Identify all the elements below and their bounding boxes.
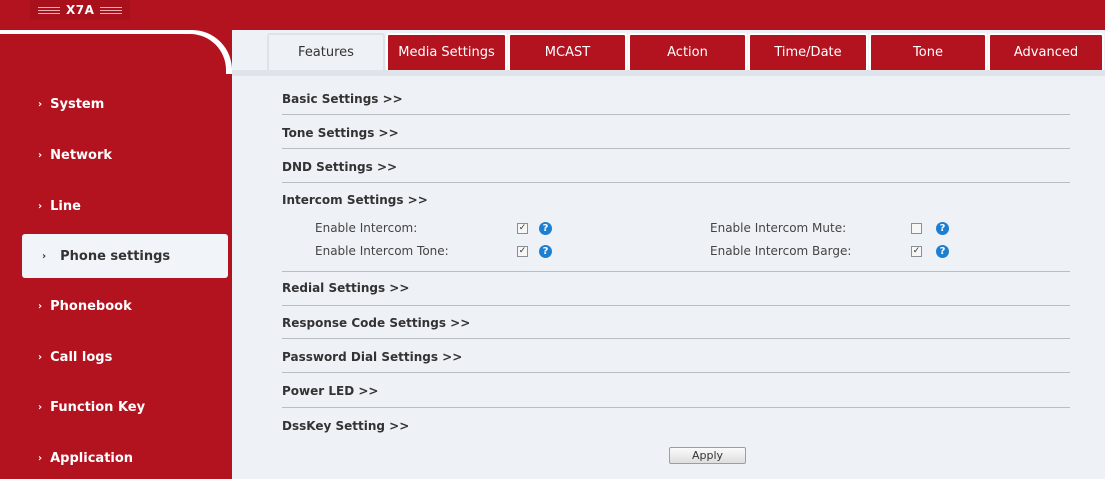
section-redial-settings: Redial Settings >>: [282, 281, 1070, 306]
section-intercom-settings: Intercom Settings >> Enable Intercom: ✓ …: [282, 193, 1070, 272]
section-tone-settings: Tone Settings >>: [282, 126, 1070, 149]
help-icon[interactable]: ?: [936, 245, 949, 258]
brand-name: X7A: [66, 3, 95, 17]
sidebar-item-system[interactable]: › System: [0, 84, 226, 124]
tone-settings-link[interactable]: Tone Settings >>: [282, 126, 399, 140]
enable-intercom-barge-label: Enable Intercom Barge:: [710, 244, 852, 258]
sidebar-item-application[interactable]: › Application: [0, 438, 226, 478]
section-dnd-settings: DND Settings >>: [282, 160, 1070, 183]
redial-settings-link[interactable]: Redial Settings >>: [282, 281, 409, 295]
sidebar-curve-inner: [0, 34, 226, 74]
sidebar-item-phonebook[interactable]: › Phonebook: [0, 286, 226, 326]
enable-intercom-mute-label: Enable Intercom Mute:: [710, 221, 847, 235]
sidebar-item-call-logs[interactable]: › Call logs: [0, 337, 226, 377]
sidebar-item-label: Function Key: [50, 399, 146, 415]
section-password-dial-settings: Password Dial Settings >>: [282, 350, 1070, 373]
apply-button[interactable]: Apply: [669, 447, 746, 464]
brand-left-lines: [38, 6, 60, 14]
tab-features[interactable]: Features: [267, 33, 385, 70]
tab-mcast[interactable]: MCAST: [508, 33, 627, 70]
tab-action[interactable]: Action: [628, 33, 747, 70]
dnd-settings-link[interactable]: DND Settings >>: [282, 160, 397, 174]
sidebar-item-function-key[interactable]: › Function Key: [0, 387, 226, 427]
main-content: Features Media Settings MCAST Action Tim…: [232, 30, 1105, 479]
tab-advanced[interactable]: Advanced: [988, 33, 1104, 70]
sidebar-item-phone-settings[interactable]: › Phone settings: [22, 234, 228, 278]
sidebar-item-network[interactable]: › Network: [0, 135, 226, 175]
sidebar-item-label: Phone settings: [60, 248, 171, 264]
enable-intercom-label: Enable Intercom:: [315, 221, 418, 235]
section-power-led: Power LED >>: [282, 384, 1070, 408]
help-icon[interactable]: ?: [539, 245, 552, 258]
chevron-right-icon: ›: [38, 300, 43, 312]
dsskey-setting-link[interactable]: DssKey Setting >>: [282, 419, 409, 433]
help-icon[interactable]: ?: [936, 222, 949, 235]
section-response-code-settings: Response Code Settings >>: [282, 316, 1070, 339]
basic-settings-link[interactable]: Basic Settings >>: [282, 92, 403, 106]
enable-intercom-barge-checkbox[interactable]: ✓: [911, 246, 922, 257]
password-dial-settings-link[interactable]: Password Dial Settings >>: [282, 350, 462, 364]
chevron-right-icon: ›: [38, 401, 43, 413]
sidebar-item-label: Application: [50, 450, 134, 466]
section-dsskey-setting: DssKey Setting >>: [282, 419, 1070, 441]
sidebar-item-line[interactable]: › Line: [0, 186, 226, 226]
help-icon[interactable]: ?: [539, 222, 552, 235]
sidebar-item-label: System: [50, 96, 105, 112]
intercom-settings-link[interactable]: Intercom Settings >>: [282, 193, 428, 207]
chevron-right-icon: ›: [42, 250, 47, 262]
brand-logo: X7A: [30, 0, 131, 20]
enable-intercom-mute-checkbox[interactable]: [911, 223, 922, 234]
enable-intercom-tone-checkbox[interactable]: ✓: [517, 246, 528, 257]
sidebar-item-label: Network: [50, 147, 113, 163]
response-code-settings-link[interactable]: Response Code Settings >>: [282, 316, 470, 330]
chevron-right-icon: ›: [38, 351, 43, 363]
chevron-right-icon: ›: [38, 200, 43, 212]
tab-underline: [232, 70, 1105, 76]
chevron-right-icon: ›: [38, 98, 43, 110]
chevron-right-icon: ›: [38, 452, 43, 464]
brand-right-lines: [100, 6, 123, 14]
top-bar: X7A: [0, 0, 1105, 30]
tab-media-settings[interactable]: Media Settings: [386, 33, 507, 70]
tab-tone[interactable]: Tone: [869, 33, 987, 70]
chevron-right-icon: ›: [38, 149, 43, 161]
sidebar-item-label: Call logs: [50, 349, 113, 365]
sidebar-item-label: Line: [50, 198, 81, 214]
power-led-link[interactable]: Power LED >>: [282, 384, 378, 398]
section-basic-settings: Basic Settings >>: [282, 92, 1070, 115]
sidebar-item-label: Phonebook: [50, 298, 132, 314]
enable-intercom-tone-label: Enable Intercom Tone:: [315, 244, 449, 258]
enable-intercom-checkbox[interactable]: ✓: [517, 223, 528, 234]
tab-time-date[interactable]: Time/Date: [748, 33, 868, 70]
